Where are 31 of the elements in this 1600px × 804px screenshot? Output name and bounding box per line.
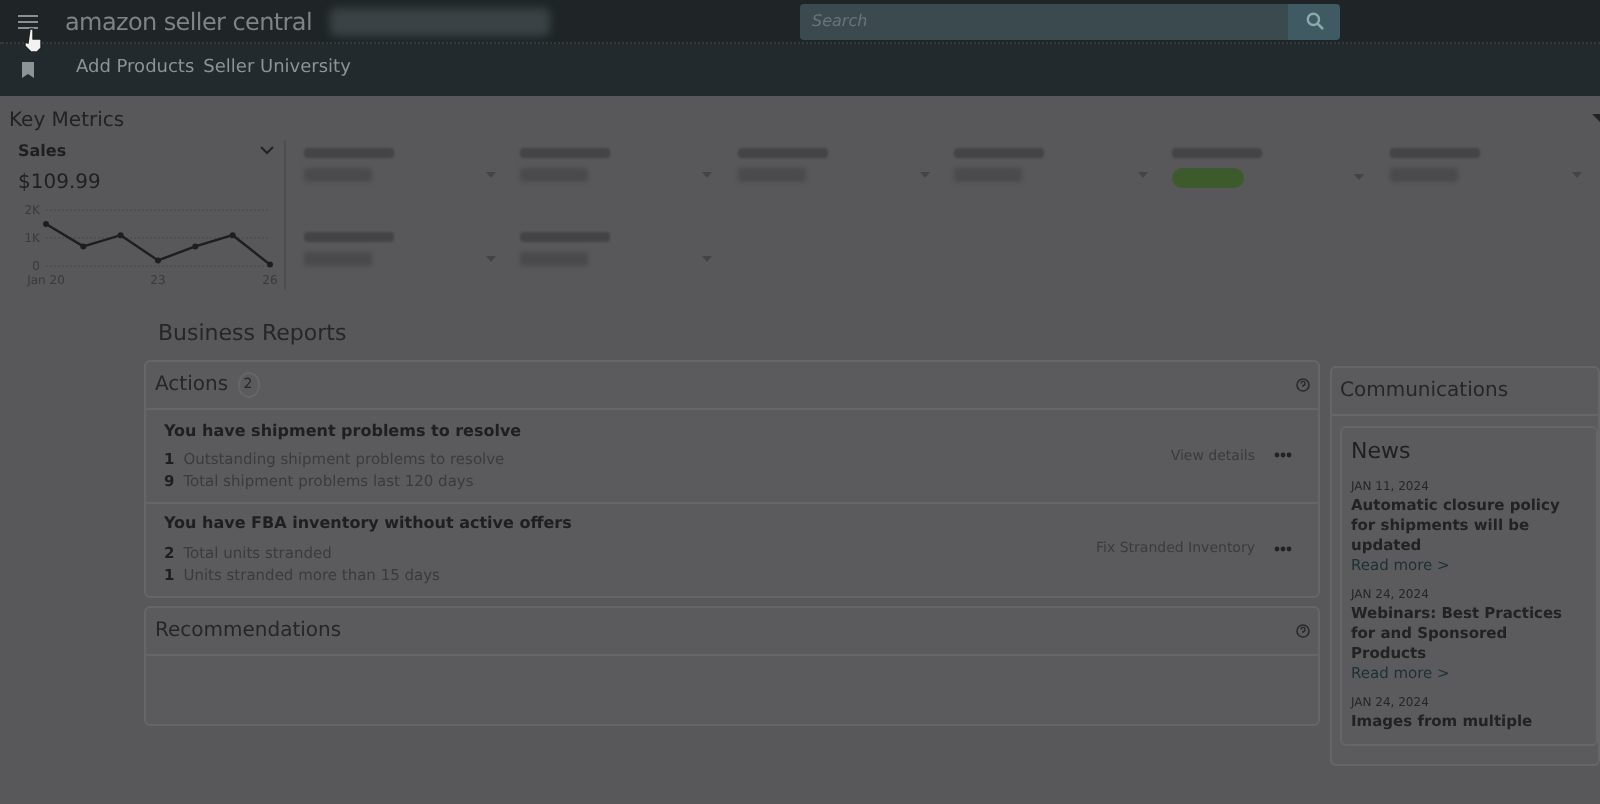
search-icon [1305, 12, 1323, 30]
data-point [117, 232, 124, 239]
data-point [43, 221, 49, 227]
metric-label: Sales [18, 139, 67, 164]
help-icon[interactable] [1295, 378, 1309, 392]
chevron-down-icon[interactable] [260, 146, 274, 157]
panel-title: Recommendations [155, 618, 342, 646]
nav-link[interactable]: Add Products [76, 56, 195, 84]
data-point [267, 261, 273, 268]
expand-icon[interactable] [1591, 114, 1600, 126]
more-options-icon[interactable] [1273, 452, 1291, 459]
action-title: You have shipment problems to resolve [164, 419, 522, 443]
search-button[interactable] [1288, 3, 1340, 39]
account-selector[interactable] [330, 7, 551, 35]
panel-title: Actions [155, 372, 229, 400]
sales-value: $109.99 [18, 170, 103, 198]
data-point [155, 257, 161, 264]
logo-text[interactable]: amazon seller central [65, 3, 313, 39]
data-point [80, 243, 87, 250]
data-point [192, 243, 199, 250]
help-icon[interactable] [1295, 624, 1309, 638]
nav-link[interactable]: Seller University [203, 56, 351, 84]
status-pill [1172, 167, 1245, 188]
action-title: You have FBA inventory without active offers [164, 512, 572, 537]
section-title: Key Metrics [9, 107, 125, 135]
panel-title: Communications [1340, 378, 1509, 406]
data-point [229, 232, 236, 239]
news-heading: News [1351, 436, 1413, 468]
more-options-icon[interactable] [1273, 546, 1291, 553]
menu-icon[interactable] [18, 13, 38, 29]
bookmark-icon[interactable] [22, 62, 34, 78]
